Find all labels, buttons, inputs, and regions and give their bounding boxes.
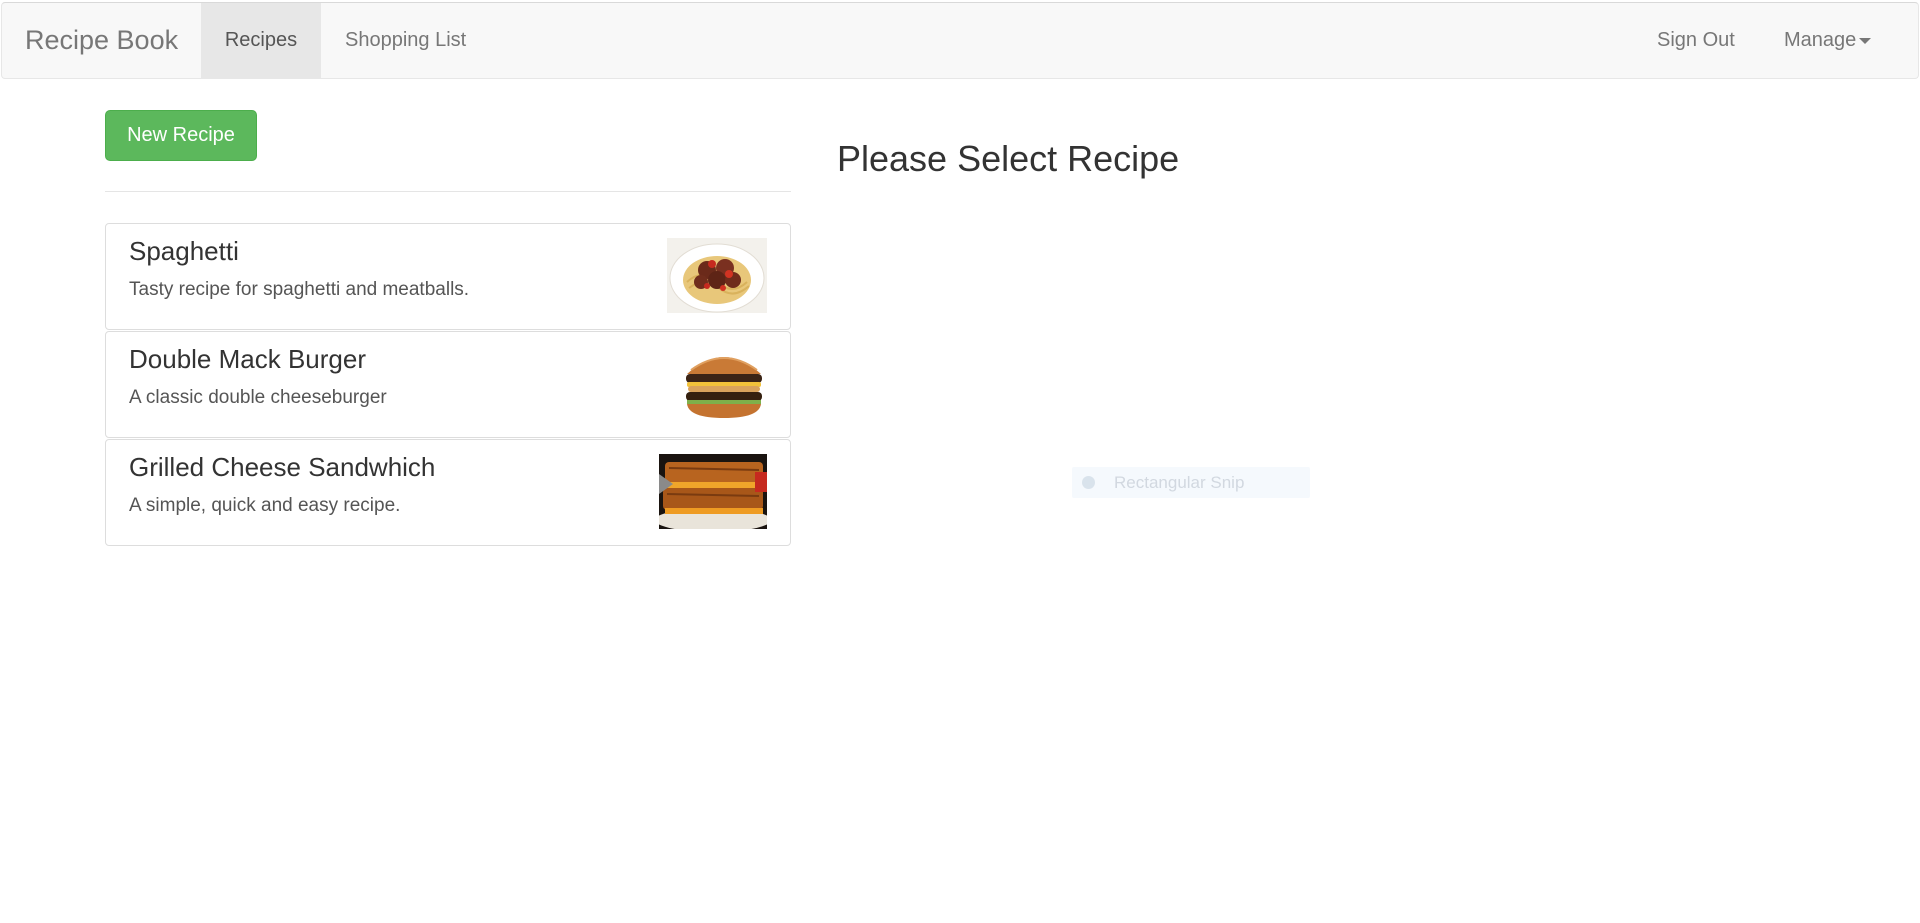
top-navbar: Recipe Book Recipes Shopping List Sign O… (1, 2, 1919, 79)
recipe-item-spaghetti[interactable]: Spaghetti Tasty recipe for spaghetti and… (105, 223, 791, 330)
rectangular-snip-overlay: Rectangular Snip (1072, 467, 1310, 498)
burger-photo (681, 346, 767, 421)
caret-down-icon (1859, 37, 1872, 44)
recipe-list: Spaghetti Tasty recipe for spaghetti and… (105, 223, 791, 547)
sign-out-link[interactable]: Sign Out (1657, 3, 1735, 78)
manage-dropdown[interactable]: Manage (1784, 3, 1872, 78)
divider (105, 191, 791, 192)
detail-heading: Please Select Recipe (837, 138, 1180, 179)
brand-link[interactable]: Recipe Book (25, 3, 178, 78)
new-recipe-button[interactable]: New Recipe (105, 110, 257, 161)
snip-icon (1082, 476, 1095, 489)
recipe-item-grilled-cheese[interactable]: Grilled Cheese Sandwhich A simple, quick… (105, 439, 791, 546)
grilled-cheese-photo (659, 454, 767, 529)
recipe-item-double-mack-burger[interactable]: Double Mack Burger A classic double chee… (105, 331, 791, 438)
nav-tab-recipes[interactable]: Recipes (201, 3, 321, 78)
spaghetti-photo (667, 238, 767, 313)
nav-tab-shopping-list[interactable]: Shopping List (345, 3, 466, 78)
snip-label: Rectangular Snip (1114, 473, 1245, 492)
recipe-name: Spaghetti (129, 236, 239, 266)
recipe-name: Double Mack Burger (129, 344, 366, 374)
recipe-description: A simple, quick and easy recipe. (129, 495, 401, 516)
recipe-description: Tasty recipe for spaghetti and meatballs… (129, 279, 470, 300)
recipe-name: Grilled Cheese Sandwhich (129, 452, 436, 482)
recipe-description: A classic double cheeseburger (129, 387, 387, 408)
manage-dropdown-label: Manage (1784, 29, 1857, 51)
